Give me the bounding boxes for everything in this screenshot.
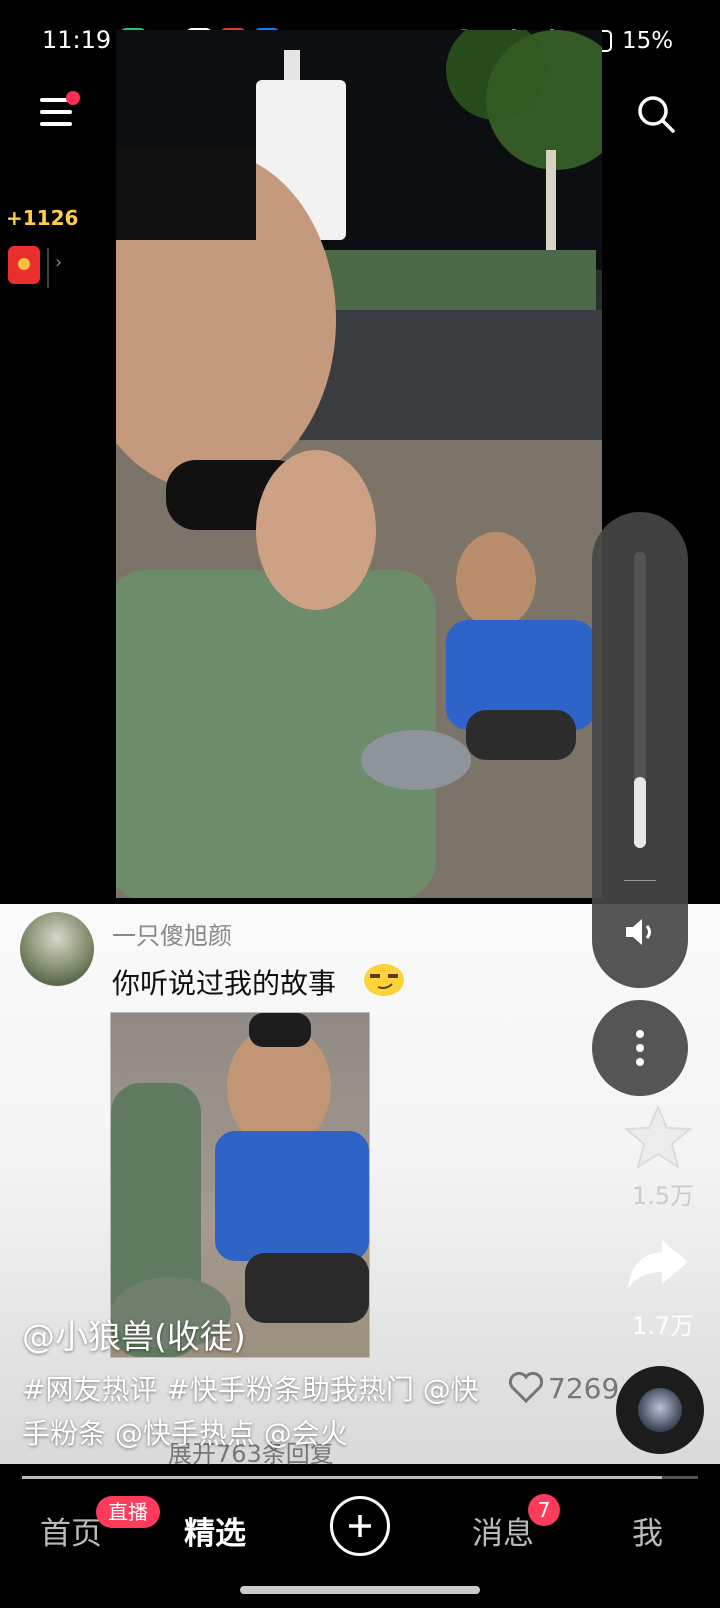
video-scene [116,30,602,898]
favorite-count: 1.5万 [632,1182,695,1210]
chevron-right-icon[interactable]: › [55,252,62,273]
tab-home[interactable]: 首页 [40,1508,102,1553]
comment-image[interactable] [110,1012,370,1358]
comment-like-count: 7269 [548,1372,620,1405]
tab-messages[interactable]: 消息 [472,1508,534,1553]
video-progress-fill [22,1476,662,1479]
plus-icon [349,1515,371,1537]
caption-line-2[interactable]: 手粉条 @快手热点 @会火 [22,1412,502,1456]
share-icon[interactable] [626,1236,690,1292]
live-badge: 直播 [96,1496,160,1528]
commenter-name[interactable]: 一只傻旭颜 [112,916,232,951]
smirk-emoji [364,964,404,996]
music-disc[interactable] [616,1366,704,1454]
speaker-icon[interactable] [622,914,658,950]
messages-badge: 7 [528,1494,560,1526]
coin-count[interactable]: +1126 [6,206,78,230]
search-icon[interactable] [636,94,676,134]
share-count: 1.7万 [632,1312,695,1340]
create-button[interactable] [330,1496,390,1556]
comment-text: 你听说过我的故事 [112,967,337,1000]
star-icon[interactable] [624,1104,692,1170]
divider [624,880,656,881]
tab-me[interactable]: 我 [632,1508,663,1553]
more-options-button[interactable] [592,1000,688,1096]
video-frame[interactable] [116,30,602,898]
volume-level [634,776,646,848]
home-indicator[interactable] [240,1586,480,1594]
notification-dot [66,91,80,105]
battery-percent: 15% [622,28,674,54]
caption-line-1[interactable]: #网友热评 #快手粉条助我热门 @快 [22,1368,502,1412]
red-packet-icon[interactable] [8,246,40,284]
tab-featured[interactable]: 精选 [184,1508,246,1553]
status-time: 11:19 [42,26,112,54]
divider [47,248,49,288]
heart-icon[interactable] [508,1370,544,1404]
commenter-avatar[interactable] [20,912,94,986]
post-caption: #网友热评 #快手粉条助我热门 @快 手粉条 @快手热点 @会火 [22,1368,502,1456]
comment-image-scene [111,1013,369,1357]
post-author[interactable]: @小狼兽(收徒) [22,1310,246,1358]
